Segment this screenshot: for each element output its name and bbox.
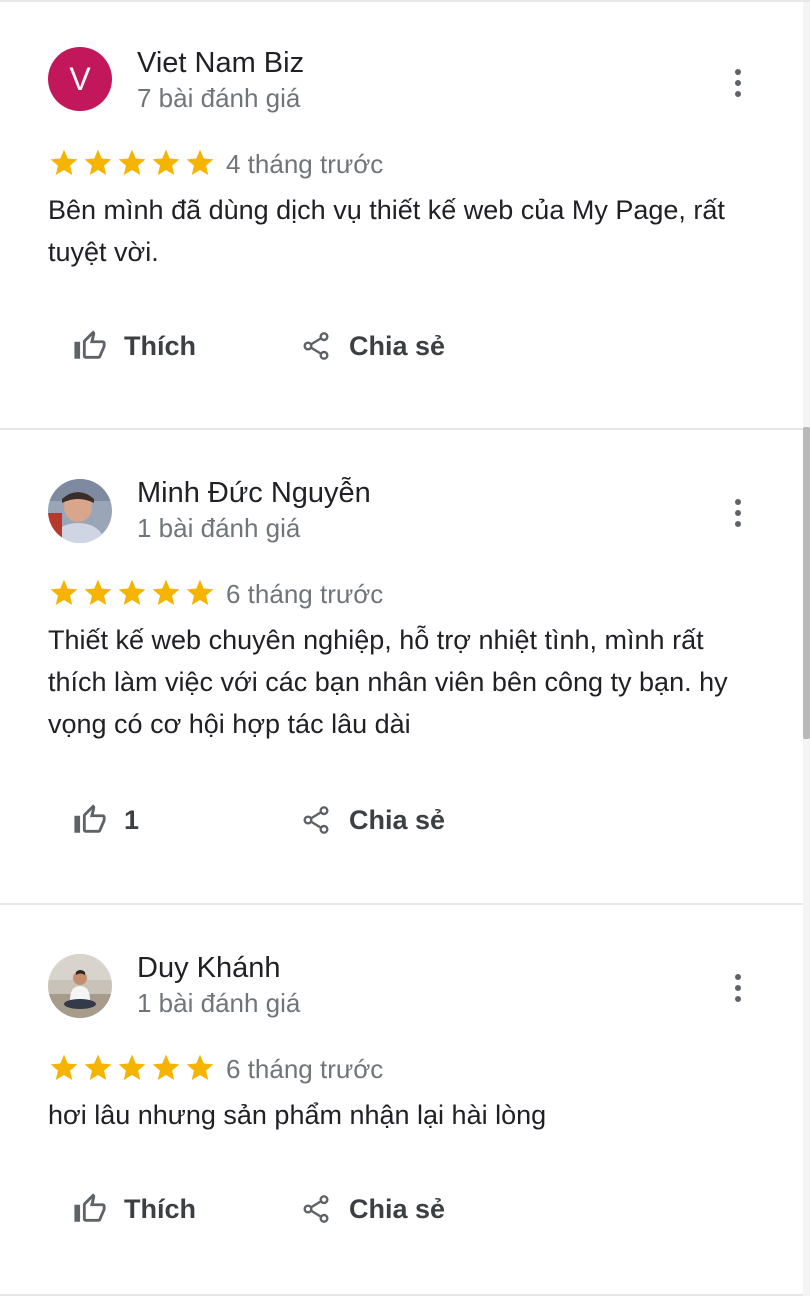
star-icon — [152, 579, 180, 605]
avatar[interactable] — [48, 479, 112, 543]
star-icon — [84, 149, 112, 175]
share-button[interactable]: Chia sẻ — [300, 326, 445, 366]
share-button[interactable]: Chia sẻ — [300, 800, 445, 840]
review-card: Minh Đức Nguyễn 1 bài đánh giá 6 tháng t… — [0, 432, 803, 905]
share-icon — [300, 329, 332, 363]
star-icon — [84, 1054, 112, 1080]
review-card: V Viet Nam Biz 7 bài đánh giá 4 tháng tr… — [0, 2, 803, 430]
more-vert-icon — [735, 499, 741, 505]
more-vert-icon — [735, 69, 741, 75]
avatar[interactable] — [48, 954, 112, 1018]
like-button[interactable]: 1 — [73, 800, 139, 840]
more-options-button[interactable] — [722, 64, 754, 102]
more-vert-icon — [735, 974, 741, 980]
review-time: 4 tháng trước — [226, 149, 384, 179]
like-count: 1 — [124, 804, 140, 835]
share-label: Chia sẻ — [349, 804, 446, 835]
review-text: hơi lâu nhưng sản phẩm nhận lại hài lòng — [48, 1100, 547, 1130]
avatar-photo — [48, 479, 112, 543]
star-icon — [118, 1054, 146, 1080]
review-text: Bên mình đã dùng dịch vụ thiết kế web củ… — [48, 195, 725, 267]
review-count: 7 bài đánh giá — [137, 83, 301, 113]
star-icon — [118, 149, 146, 175]
thumb-up-outline-icon — [73, 329, 107, 363]
review-time: 6 tháng trước — [226, 1054, 384, 1084]
share-label: Chia sẻ — [349, 330, 446, 361]
reviewer-name[interactable]: Minh Đức Nguyễn — [137, 477, 371, 510]
reviewer-name[interactable]: Viet Nam Biz — [137, 47, 304, 80]
like-button[interactable]: Thích — [73, 1189, 196, 1229]
review-card: Duy Khánh 1 bài đánh giá 6 tháng trước h… — [0, 907, 803, 1296]
like-button[interactable]: Thích — [73, 326, 196, 366]
avatar[interactable]: V — [48, 47, 112, 111]
like-label: Thích — [124, 330, 196, 361]
scrollbar-thumb[interactable] — [803, 427, 810, 739]
scrollbar-track[interactable] — [803, 2, 810, 1296]
star-rating — [48, 577, 218, 609]
star-icon — [186, 579, 214, 605]
thumb-up-outline-icon — [73, 1192, 107, 1226]
review-count: 1 bài đánh giá — [137, 513, 301, 543]
star-icon — [50, 149, 78, 175]
reviewer-name[interactable]: Duy Khánh — [137, 952, 281, 985]
review-text: Thiết kế web chuyên nghiệp, hỗ trợ nhiệt… — [48, 625, 728, 739]
like-label: Thích — [124, 1193, 196, 1224]
star-rating — [48, 1052, 218, 1084]
star-icon — [152, 1054, 180, 1080]
reviews-panel: V Viet Nam Biz 7 bài đánh giá 4 tháng tr… — [0, 0, 810, 1296]
share-icon — [300, 1192, 332, 1226]
more-options-button[interactable] — [722, 494, 754, 532]
avatar-photo — [48, 954, 112, 1018]
star-rating — [48, 147, 218, 179]
star-icon — [186, 1054, 214, 1080]
star-icon — [50, 579, 78, 605]
thumb-up-outline-icon — [73, 803, 107, 837]
star-icon — [118, 579, 146, 605]
star-icon — [84, 579, 112, 605]
review-count: 1 bài đánh giá — [137, 988, 301, 1018]
share-label: Chia sẻ — [349, 1193, 446, 1224]
share-icon — [300, 803, 332, 837]
more-options-button[interactable] — [722, 969, 754, 1007]
share-button[interactable]: Chia sẻ — [300, 1189, 445, 1229]
star-icon — [186, 149, 214, 175]
star-icon — [152, 149, 180, 175]
star-icon — [50, 1054, 78, 1080]
review-time: 6 tháng trước — [226, 579, 384, 609]
